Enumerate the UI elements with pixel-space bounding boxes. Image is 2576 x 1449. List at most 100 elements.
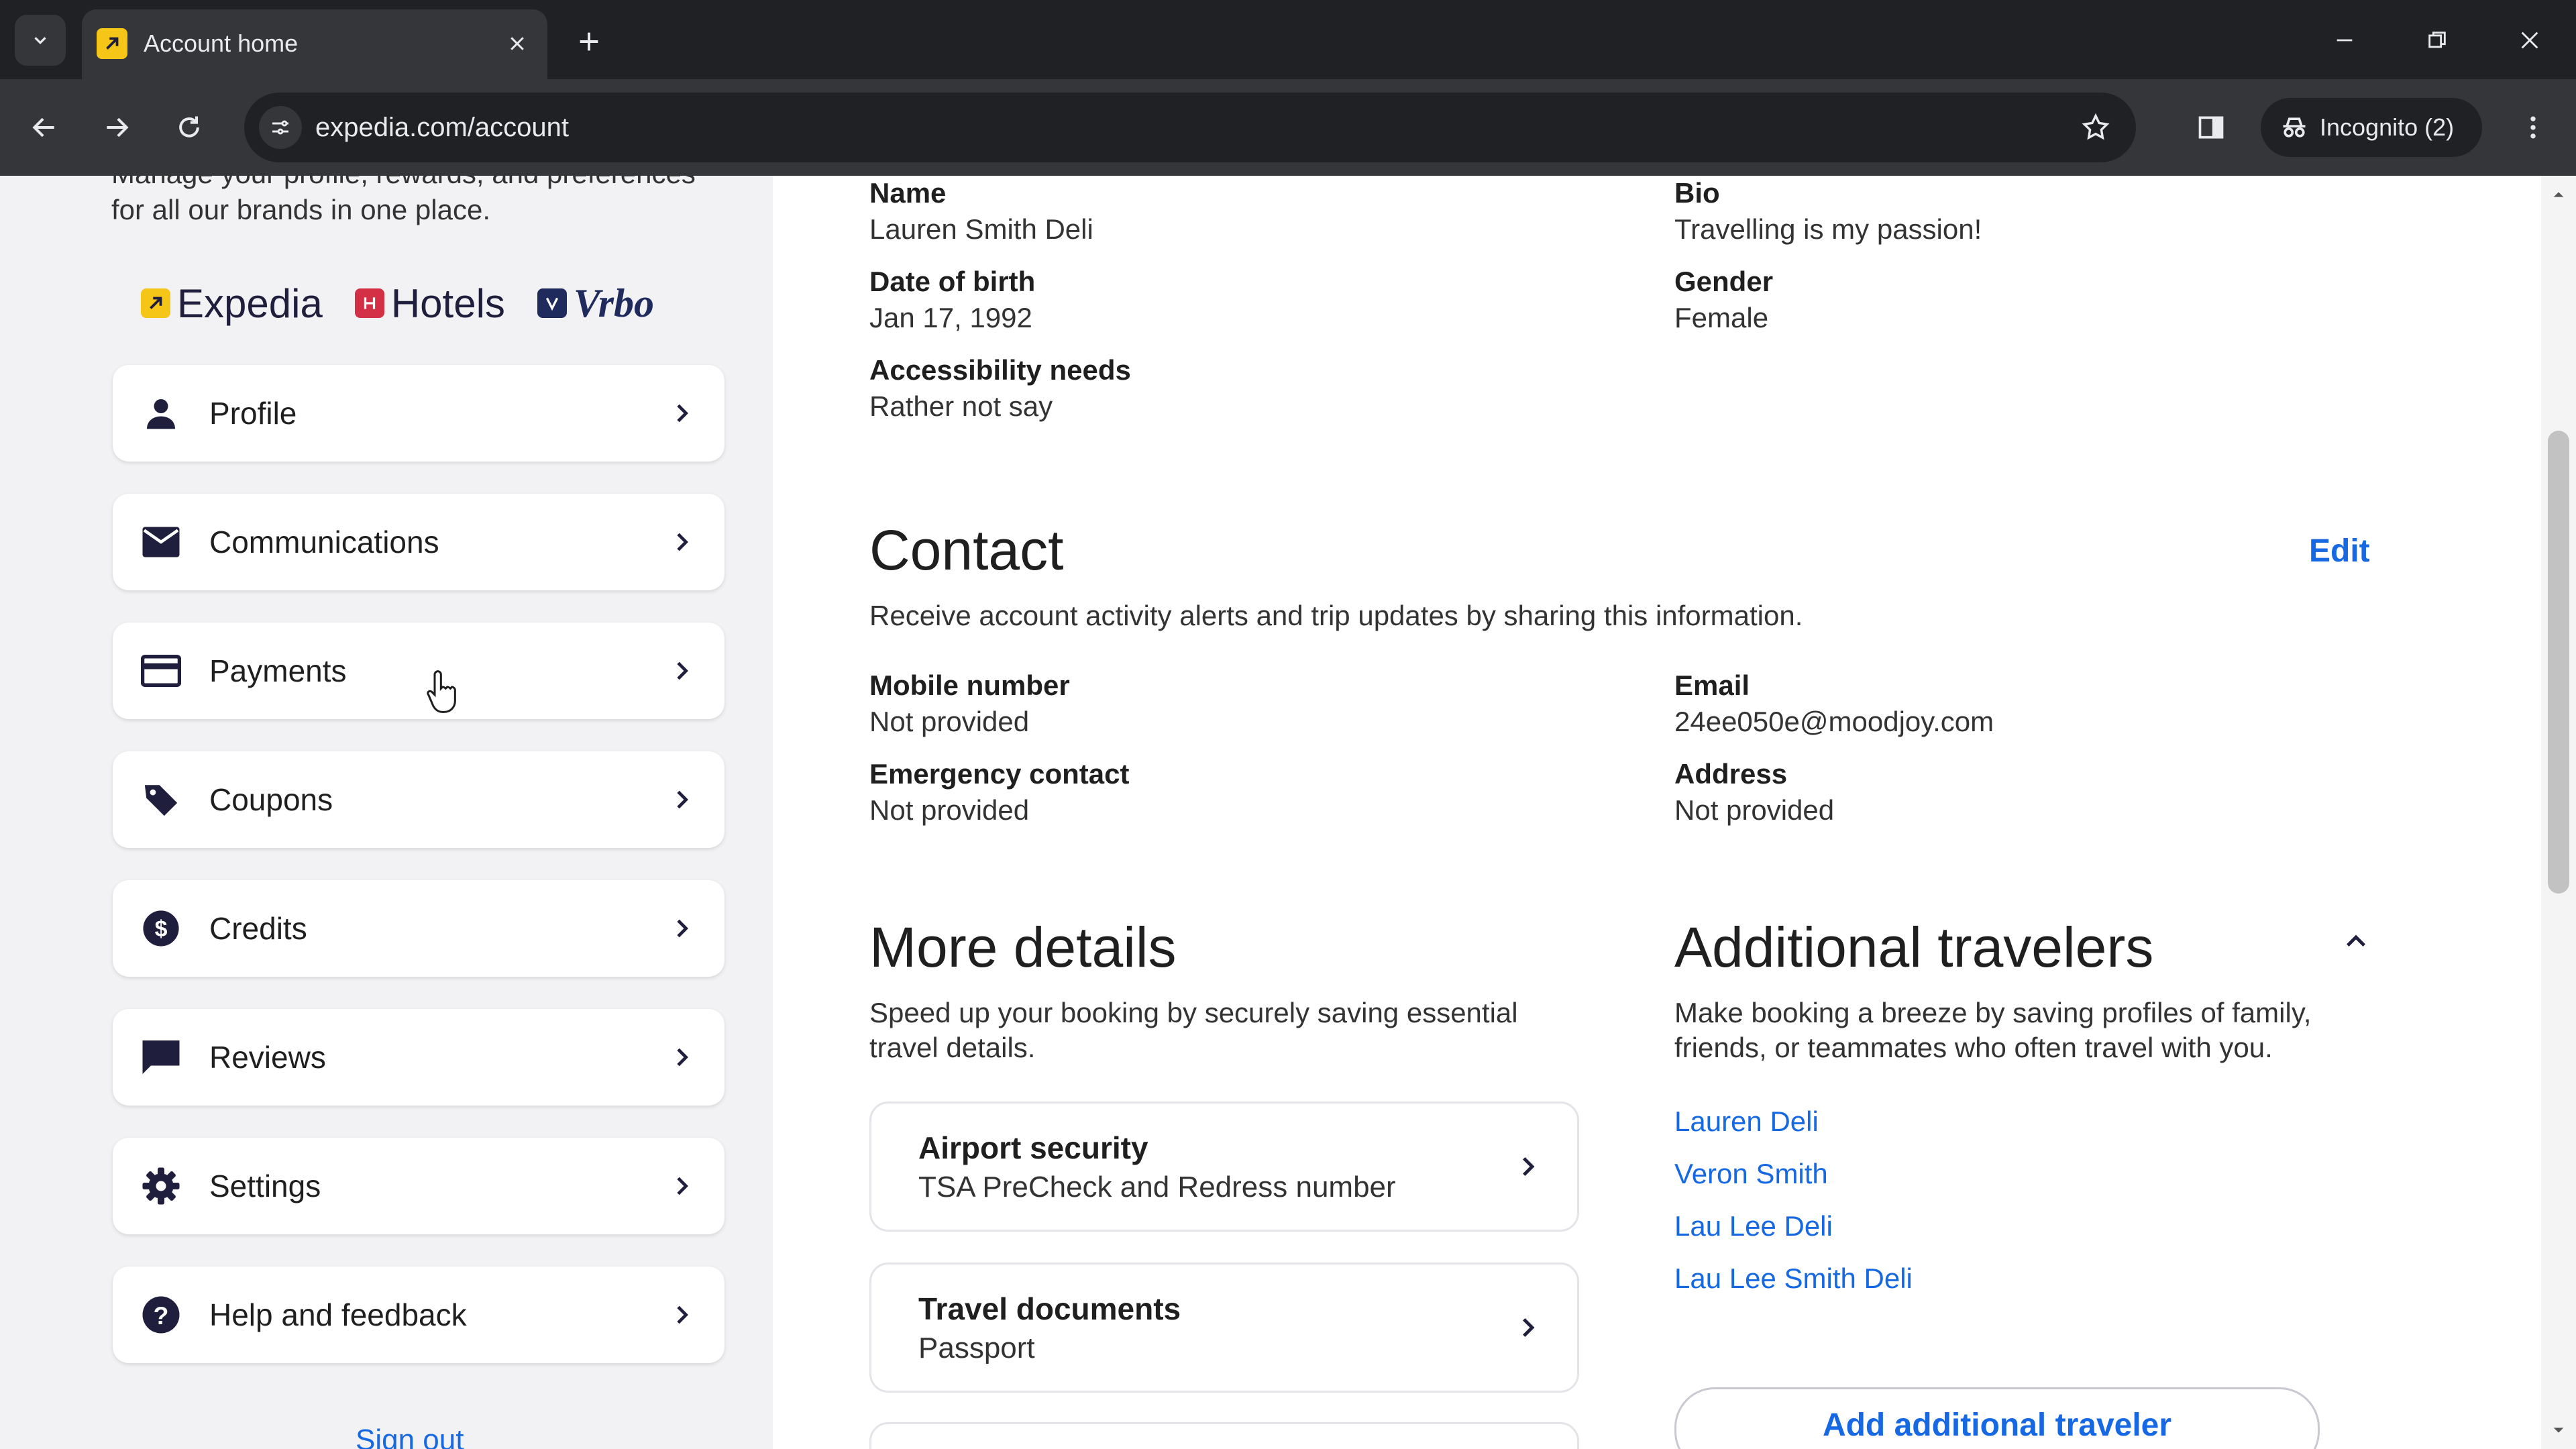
more-details-description: Speed up your booking by securely saving… xyxy=(869,997,1518,1063)
chevron-right-icon xyxy=(665,655,698,687)
chevron-down-icon xyxy=(34,37,46,45)
dob-value: Jan 17, 1992 xyxy=(869,302,1032,333)
incognito-label: Incognito (2) xyxy=(2320,113,2455,141)
restore-button[interactable] xyxy=(2407,15,2467,66)
accessibility-value: Rather not say xyxy=(869,390,1053,422)
account-sidebar: Manage your profile, rewards, and prefer… xyxy=(0,176,773,1449)
accessibility-label: Accessibility needs xyxy=(869,354,1131,386)
sidebar-item-payments[interactable]: Payments xyxy=(113,623,724,719)
question-icon: ? xyxy=(141,1296,181,1334)
reload-icon xyxy=(179,116,199,138)
tune-icon xyxy=(272,120,288,135)
chevron-right-icon xyxy=(665,1041,698,1073)
contact-edit-link[interactable]: Edit xyxy=(2309,533,2370,570)
svg-text:?: ? xyxy=(154,1301,169,1330)
address-label: Address xyxy=(1674,758,1788,790)
reload-button[interactable] xyxy=(165,103,213,152)
chevron-right-icon xyxy=(665,912,698,945)
scrollbar-thumb[interactable] xyxy=(2548,431,2569,894)
brand-hotels-label: Hotels xyxy=(390,280,505,326)
travel-documents-card[interactable]: Travel documents Passport xyxy=(869,1263,1579,1393)
bookmark-button[interactable] xyxy=(2076,107,2116,148)
tab-search-button[interactable] xyxy=(15,15,66,66)
side-panel-button[interactable] xyxy=(2187,103,2235,152)
sidebar-item-communications[interactable]: Communications xyxy=(113,494,724,590)
gear-icon xyxy=(141,1167,181,1205)
minimize-icon xyxy=(2337,39,2353,42)
sidebar-item-profile[interactable]: Profile xyxy=(113,365,724,462)
scroll-down-arrow-icon[interactable] xyxy=(2551,1422,2567,1438)
traveler-link[interactable]: Lauren Deli xyxy=(1674,1104,1819,1139)
gender-label: Gender xyxy=(1674,266,1774,297)
sidebar-item-label: Help and feedback xyxy=(209,1297,467,1332)
star-icon xyxy=(2082,113,2110,140)
brand-vrbo: Vrbo xyxy=(537,280,654,327)
chevron-right-icon xyxy=(1510,1310,1545,1345)
name-value: Lauren Smith Deli xyxy=(869,213,1093,245)
credit-card-icon xyxy=(141,652,181,690)
more-details-heading: More details xyxy=(869,916,1177,979)
address-bar[interactable]: expedia.com/account xyxy=(244,93,2136,162)
chevron-right-icon xyxy=(665,1299,698,1331)
sidebar-item-settings[interactable]: Settings xyxy=(113,1138,724,1234)
site-info-button[interactable] xyxy=(259,106,302,149)
chevron-up-icon xyxy=(2347,934,2365,947)
sidebar-item-help-and-feedback[interactable]: ? Help and feedback xyxy=(113,1267,724,1363)
tab-close-button[interactable] xyxy=(499,25,535,62)
chevron-right-icon xyxy=(665,1170,698,1202)
brand-logos: Expedia Hotels Vrbo xyxy=(141,276,654,330)
page-content: Manage your profile, rewards, and prefer… xyxy=(0,176,2576,1449)
sidebar-item-label: Coupons xyxy=(209,782,333,817)
traveler-link[interactable]: Veron Smith xyxy=(1674,1157,1828,1191)
hand-cursor-icon xyxy=(427,670,456,713)
active-tab[interactable]: Account home xyxy=(82,9,547,79)
tag-icon xyxy=(141,781,181,818)
traveler-link[interactable]: Lau Lee Deli xyxy=(1674,1209,1833,1244)
incognito-indicator[interactable]: Incognito (2) xyxy=(2261,98,2482,157)
sidebar-item-reviews[interactable]: Reviews xyxy=(113,1009,724,1106)
window-close-button[interactable] xyxy=(2500,15,2560,66)
add-additional-traveler-button[interactable]: Add additional traveler xyxy=(1674,1387,2320,1449)
url-text[interactable]: expedia.com/account xyxy=(315,110,569,145)
email-label: Email xyxy=(1674,669,1750,701)
hotels-logo-icon xyxy=(354,288,384,318)
brand-vrbo-label: Vrbo xyxy=(573,280,654,325)
sidebar-item-label: Communications xyxy=(209,525,439,559)
back-button[interactable] xyxy=(20,103,68,152)
contact-heading: Contact xyxy=(869,519,1064,582)
close-icon xyxy=(511,37,524,50)
browser-tab-bar: Account home xyxy=(0,0,2576,79)
side-panel-icon xyxy=(2198,116,2224,139)
sign-out-link[interactable]: Sign out xyxy=(356,1424,464,1449)
brand-hotels: Hotels xyxy=(354,280,505,327)
chevron-right-icon xyxy=(665,526,698,558)
mobile-value: Not provided xyxy=(869,706,1030,737)
browser-menu-button[interactable] xyxy=(2509,103,2557,152)
add-traveler-label: Add additional traveler xyxy=(1822,1407,2172,1443)
airport-security-card[interactable]: Airport security TSA PreCheck and Redres… xyxy=(869,1102,1579,1232)
plus-icon xyxy=(580,32,598,51)
incognito-icon xyxy=(2283,117,2306,138)
airport-security-title: Airport security xyxy=(918,1130,1148,1165)
browser-toolbar: expedia.com/account Incognito (2) xyxy=(0,79,2576,176)
speech-bubble-icon xyxy=(141,1038,181,1076)
minimize-button[interactable] xyxy=(2314,15,2375,66)
scroll-up-arrow-icon[interactable] xyxy=(2551,186,2567,203)
expedia-favicon-icon xyxy=(97,28,127,59)
chevron-right-icon xyxy=(665,397,698,429)
collapse-travelers-button[interactable] xyxy=(2336,922,2376,962)
sidebar-item-label: Payments xyxy=(209,653,347,688)
traveler-link[interactable]: Lau Lee Smith Deli xyxy=(1674,1261,1913,1296)
sidebar-item-label: Credits xyxy=(209,911,307,946)
detail-card-partial[interactable] xyxy=(869,1422,1579,1449)
email-value: 24ee050e@moodjoy.com xyxy=(1674,706,1994,737)
new-tab-button[interactable] xyxy=(568,20,610,63)
emergency-value: Not provided xyxy=(869,794,1030,826)
forward-button[interactable] xyxy=(93,103,141,152)
additional-travelers-description: Make booking a breeze by saving profiles… xyxy=(1674,997,2312,1063)
brand-expedia: Expedia xyxy=(141,280,323,327)
sidebar-item-coupons[interactable]: Coupons xyxy=(113,751,724,848)
sidebar-item-credits[interactable]: $ Credits xyxy=(113,880,724,977)
mobile-label: Mobile number xyxy=(869,669,1070,701)
page-scrollbar[interactable] xyxy=(2541,176,2576,1449)
